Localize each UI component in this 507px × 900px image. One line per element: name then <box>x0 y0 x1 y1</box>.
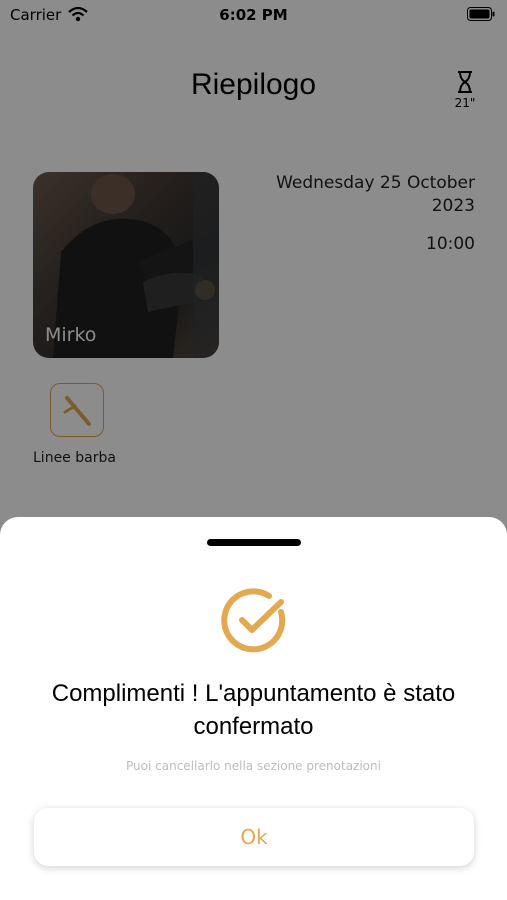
confirmation-subtitle: Puoi cancellarlo nella sezione prenotazi… <box>126 759 381 773</box>
check-circle-icon <box>221 588 286 653</box>
confirmation-sheet: Complimenti ! L'appuntamento è stato con… <box>0 517 507 900</box>
sheet-handle[interactable] <box>207 539 301 546</box>
confirmation-message: Complimenti ! L'appuntamento è stato con… <box>51 680 456 740</box>
ok-button[interactable]: Ok <box>34 808 474 866</box>
